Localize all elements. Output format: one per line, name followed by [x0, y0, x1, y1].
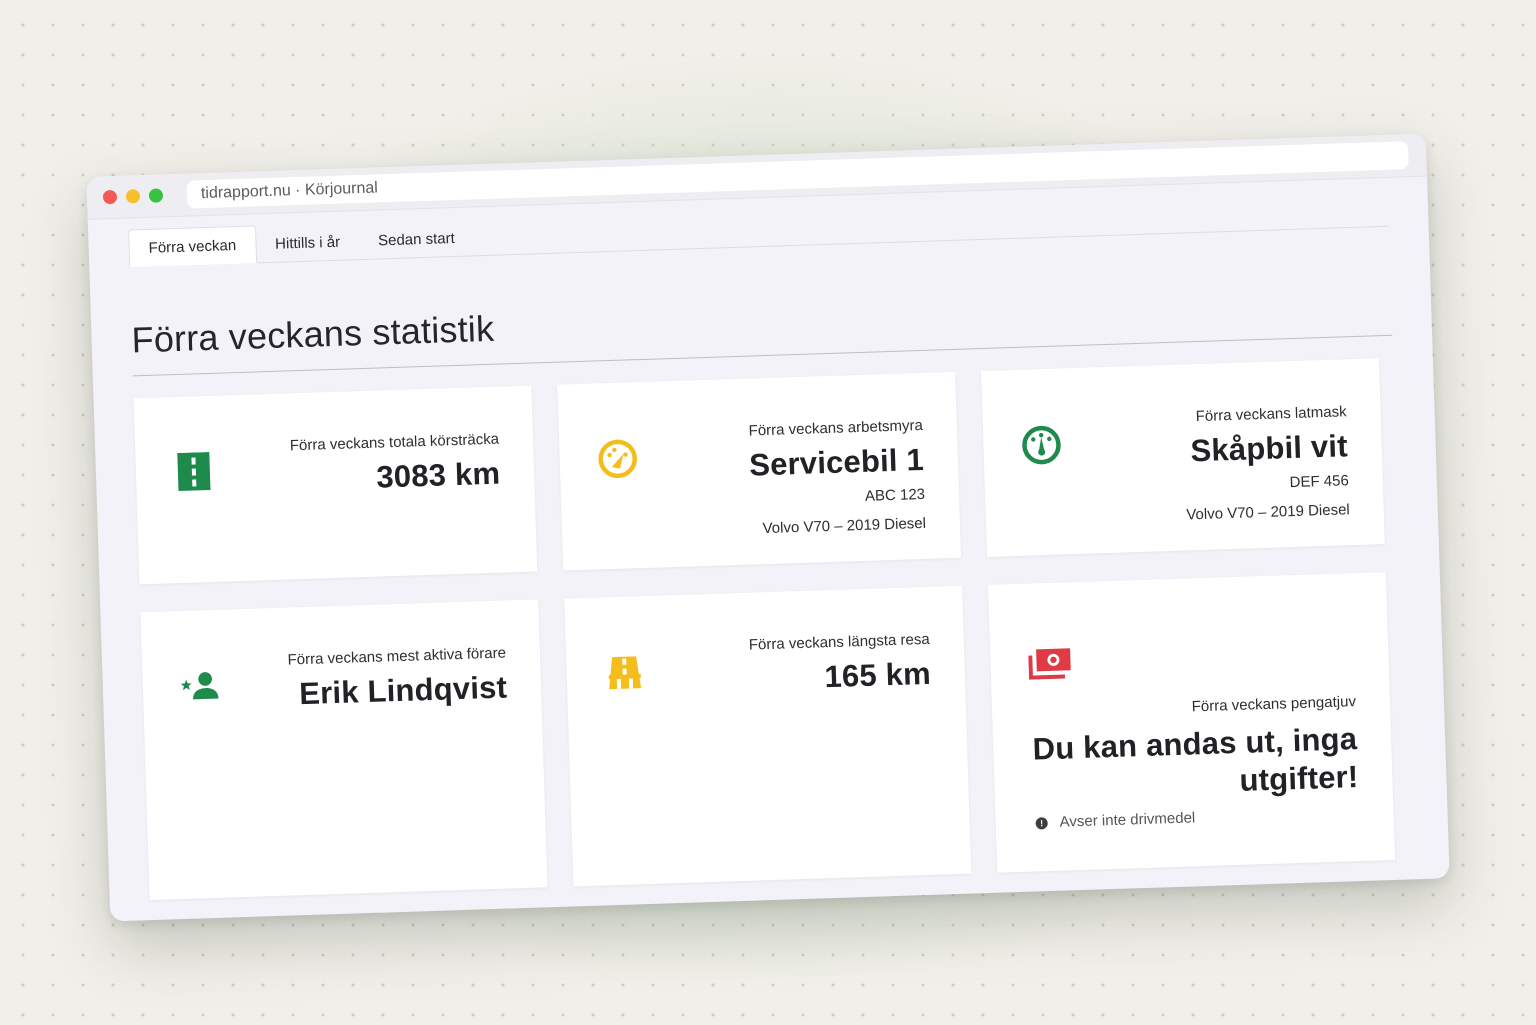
card-longest-trip: Förra veckans längsta resa 165 km — [564, 585, 972, 887]
card-label: Förra veckans längsta resa — [748, 630, 930, 654]
close-window-button[interactable] — [102, 189, 118, 205]
browser-window: tidrapport.nu · Körjournal Förra veckan … — [86, 133, 1450, 922]
card-active-driver-text: Förra veckans mest aktiva förare Erik Li… — [287, 645, 507, 713]
person-star-icon — [180, 672, 219, 700]
card-value: Servicebil 1 — [748, 441, 925, 483]
card-value: 3083 km — [375, 455, 501, 495]
minimize-window-button[interactable] — [125, 189, 141, 204]
card-active-driver: Förra veckans mest aktiva förare Erik Li… — [140, 599, 548, 901]
card-total-distance-text: Förra veckans totala körsträcka 3083 km — [290, 431, 501, 499]
info-icon: ! — [1035, 816, 1048, 830]
card-laziest: Förra veckans latmask Skåpbil vit DEF 45… — [981, 358, 1385, 557]
card-label: Förra veckans totala körsträcka — [289, 430, 500, 455]
vehicle-model: Volvo V70 – 2019 Diesel — [762, 514, 927, 538]
highway-icon — [608, 656, 642, 690]
money-icon — [1028, 648, 1071, 680]
maximize-window-button[interactable] — [148, 188, 164, 203]
card-label: Förra veckans pengatjuv — [1191, 693, 1357, 716]
card-value: Skåpbil vit — [1189, 428, 1349, 469]
card-laziest-text: Förra veckans latmask Skåpbil vit DEF 45… — [1183, 403, 1350, 523]
license-plate: ABC 123 — [864, 485, 926, 505]
card-label: Förra veckans latmask — [1195, 403, 1347, 426]
footnote-text: Avser inte drivmedel — [1059, 809, 1196, 831]
card-money-thief: Förra veckans pengatjuv Du kan andas ut,… — [987, 572, 1396, 873]
license-plate: DEF 456 — [1289, 472, 1350, 492]
road-icon — [177, 451, 211, 492]
card-value: Erik Lindqvist — [298, 669, 508, 712]
tab-forra-veckan[interactable]: Förra veckan — [128, 225, 257, 268]
speedometer-slow-icon — [1022, 425, 1061, 465]
page-title: Förra veckans statistik — [130, 278, 1393, 377]
card-label: Förra veckans mest aktiva förare — [287, 644, 507, 669]
tab-hittills-i-ar[interactable]: Hittills i år — [256, 223, 360, 262]
page-content: Förra veckan Hittills i år Sedan start F… — [88, 177, 1449, 902]
card-money-thief-text: Förra veckans pengatjuv Du kan andas ut,… — [1026, 693, 1359, 807]
speedometer-fast-icon — [598, 439, 637, 479]
card-total-distance: Förra veckans totala körsträcka 3083 km — [133, 385, 538, 585]
stage: tidrapport.nu · Körjournal Förra veckan … — [0, 0, 1536, 1025]
card-longest-trip-text: Förra veckans längsta resa 165 km — [749, 631, 932, 698]
stats-grid: Förra veckans totala körsträcka 3083 km — [133, 358, 1410, 901]
footnote: ! Avser inte drivmedel — [1035, 809, 1195, 831]
address-bar-text: tidrapport.nu · Körjournal — [200, 179, 379, 203]
vehicle-model: Volvo V70 – 2019 Diesel — [1186, 501, 1351, 524]
card-label: Förra veckans arbetsmyra — [748, 416, 924, 440]
card-value: Du kan andas ut, inga utgifter! — [1032, 721, 1359, 798]
card-hardest-worker-text: Förra veckans arbetsmyra Servicebil 1 AB… — [748, 417, 926, 538]
tab-sedan-start[interactable]: Sedan start — [359, 219, 475, 259]
card-hardest-worker: Förra veckans arbetsmyra Servicebil 1 AB… — [557, 371, 962, 571]
card-value: 165 km — [823, 655, 932, 695]
